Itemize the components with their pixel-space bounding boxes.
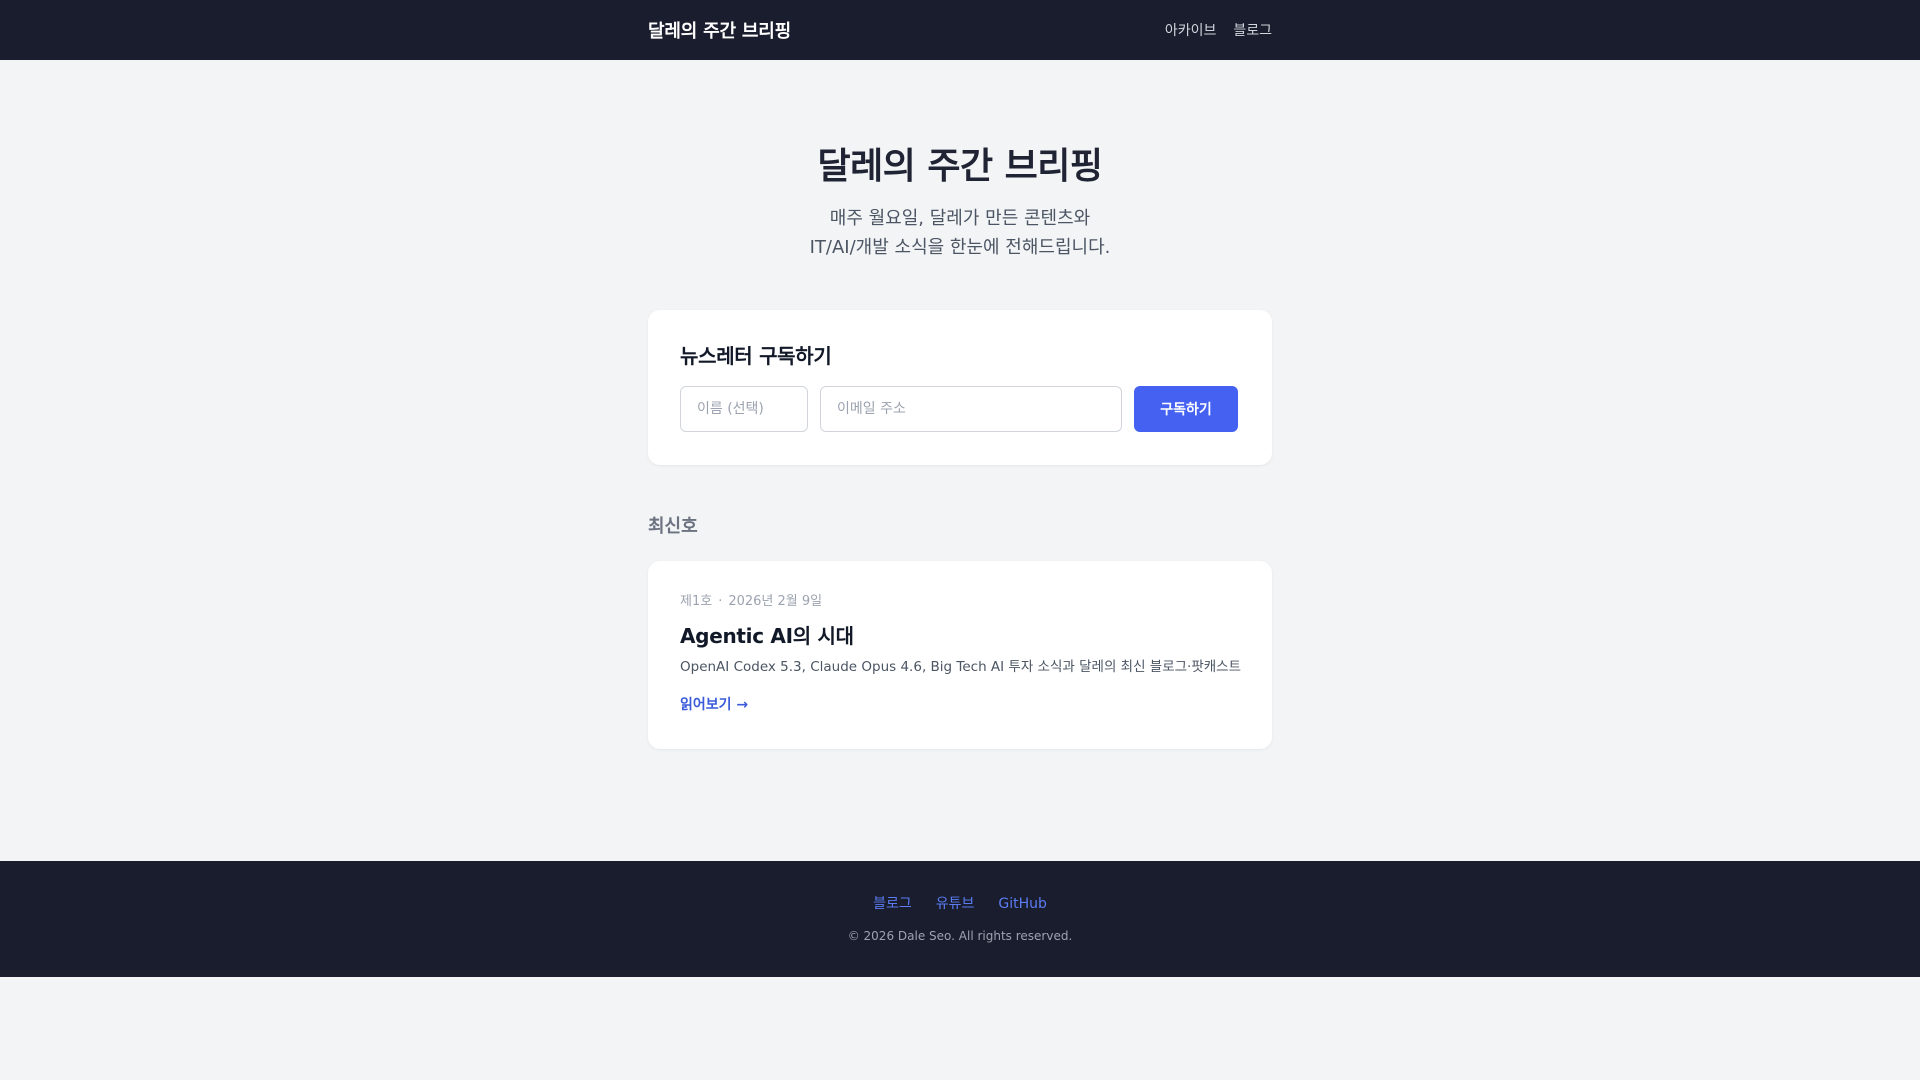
subscribe-card: 뉴스레터 구독하기 구독하기: [648, 310, 1272, 466]
footer-youtube-link[interactable]: 유튜브: [936, 894, 975, 914]
header-inner: 달레의 주간 브리핑 아카이브 블로그: [648, 0, 1272, 60]
main-nav: 아카이브 블로그: [1165, 20, 1272, 40]
hero: 달레의 주간 브리핑 매주 월요일, 달레가 만든 콘텐츠와 IT/AI/개발 …: [0, 145, 1920, 262]
read-more-link[interactable]: 읽어보기 →: [680, 695, 748, 715]
name-input[interactable]: [680, 386, 808, 433]
latest-heading: 최신호: [648, 516, 698, 538]
page: 달레의 주간 브리핑 아카이브 블로그 달레의 주간 브리핑 매주 월요일, 달…: [0, 0, 1920, 1080]
subscribe-form: 구독하기: [680, 386, 1240, 433]
issue-card: 제1호 · 2026년 2월 9일 Agentic AI의 시대 OpenAI Co…: [648, 561, 1272, 750]
hero-title: 달레의 주간 브리핑: [817, 146, 1103, 187]
issue-date: 2026년 2월 9일: [728, 594, 823, 610]
hero-subtitle: 매주 월요일, 달레가 만든 콘텐츠와 IT/AI/개발 소식을 한눈에 전해드…: [0, 204, 1920, 262]
site-footer: 블로그 유튜브 GitHub © 2026 Dale Seo. All righ…: [0, 861, 1920, 977]
footer-links: 블로그 유튜브 GitHub: [0, 894, 1920, 914]
hero-subtitle-line-1: 매주 월요일, 달레가 만든 콘텐츠와: [829, 208, 1091, 230]
issue-description: OpenAI Codex 5.3, Claude Opus 4.6, Big T…: [680, 659, 1242, 676]
footer-blog-link[interactable]: 블로그: [873, 894, 912, 914]
nav-blog-link[interactable]: 블로그: [1233, 20, 1272, 40]
footer-copyright: © 2026 Dale Seo. All rights reserved.: [847, 929, 1073, 943]
issue-title: Agentic AI의 시대: [680, 624, 854, 649]
meta-separator: ·: [718, 594, 723, 610]
brand-logo-link[interactable]: 달레의 주간 브리핑: [648, 17, 791, 43]
email-input[interactable]: [820, 386, 1122, 433]
nav-archive-link[interactable]: 아카이브: [1165, 20, 1217, 40]
issue-meta: 제1호 · 2026년 2월 9일: [680, 593, 1240, 611]
subscribe-heading: 뉴스레터 구독하기: [680, 344, 832, 369]
issue-number: 제1호: [680, 594, 713, 610]
hero-subtitle-line-2: IT/AI/개발 소식을 한눈에 전해드립니다.: [809, 237, 1111, 259]
main-content: 뉴스레터 구독하기 구독하기 최신호 제1호 · 2026년 2월 9일 Agent…: [648, 310, 1272, 750]
subscribe-button[interactable]: 구독하기: [1134, 386, 1238, 433]
site-header: 달레의 주간 브리핑 아카이브 블로그: [0, 0, 1920, 60]
footer-github-link[interactable]: GitHub: [998, 894, 1047, 914]
